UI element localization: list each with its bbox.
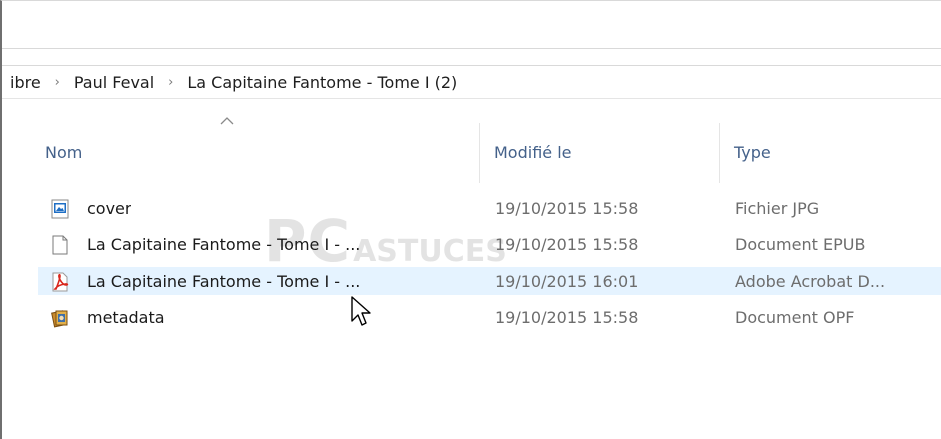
file-type: Fichier JPG <box>735 199 820 218</box>
breadcrumb-item-library[interactable]: ibre <box>8 73 43 92</box>
file-row-metadata[interactable]: metadata 19/10/2015 15:58 Document OPF <box>38 303 941 331</box>
opf-file-icon <box>51 310 68 328</box>
file-type: Document EPUB <box>735 235 866 254</box>
blank-document-icon <box>52 235 68 255</box>
file-name: La Capitaine Fantome - Tome I - ... <box>87 272 361 291</box>
file-row-epub[interactable]: La Capitaine Fantome - Tome I - ... 19/1… <box>38 230 941 258</box>
pdf-file-icon <box>52 272 69 292</box>
breadcrumb-chevron-icon[interactable]: › <box>156 75 185 90</box>
file-modified-date: 19/10/2015 16:01 <box>495 272 639 291</box>
address-bar-bottom-border <box>2 98 941 99</box>
file-modified-date: 19/10/2015 15:58 <box>495 308 639 327</box>
file-type: Adobe Acrobat D... <box>735 272 886 291</box>
file-row-cover[interactable]: cover 19/10/2015 15:58 Fichier JPG <box>38 194 941 222</box>
file-modified-date: 19/10/2015 15:58 <box>495 199 639 218</box>
breadcrumb-item-current-folder[interactable]: La Capitaine Fantome - Tome I (2) <box>185 73 459 92</box>
file-type: Document OPF <box>735 308 855 327</box>
file-row-pdf[interactable]: La Capitaine Fantome - Tome I - ... 19/1… <box>38 267 941 295</box>
column-divider[interactable] <box>719 123 720 183</box>
ribbon-divider <box>2 48 941 49</box>
image-file-icon <box>51 199 69 219</box>
explorer-window: ibre › Paul Feval › La Capitaine Fantome… <box>0 0 941 439</box>
column-header-type[interactable]: Type <box>734 139 771 167</box>
file-name: La Capitaine Fantome - Tome I - ... <box>87 235 361 254</box>
file-modified-date: 19/10/2015 15:58 <box>495 235 639 254</box>
column-divider[interactable] <box>479 123 480 183</box>
breadcrumb[interactable]: ibre › Paul Feval › La Capitaine Fantome… <box>8 66 459 98</box>
breadcrumb-item-author[interactable]: Paul Feval <box>72 73 156 92</box>
file-name: cover <box>87 199 132 218</box>
sort-ascending-icon <box>220 117 234 125</box>
breadcrumb-chevron-icon[interactable]: › <box>43 75 72 90</box>
column-header-modified[interactable]: Modifié le <box>494 139 572 167</box>
file-name: metadata <box>87 308 165 327</box>
column-header-name[interactable]: Nom <box>45 139 82 167</box>
